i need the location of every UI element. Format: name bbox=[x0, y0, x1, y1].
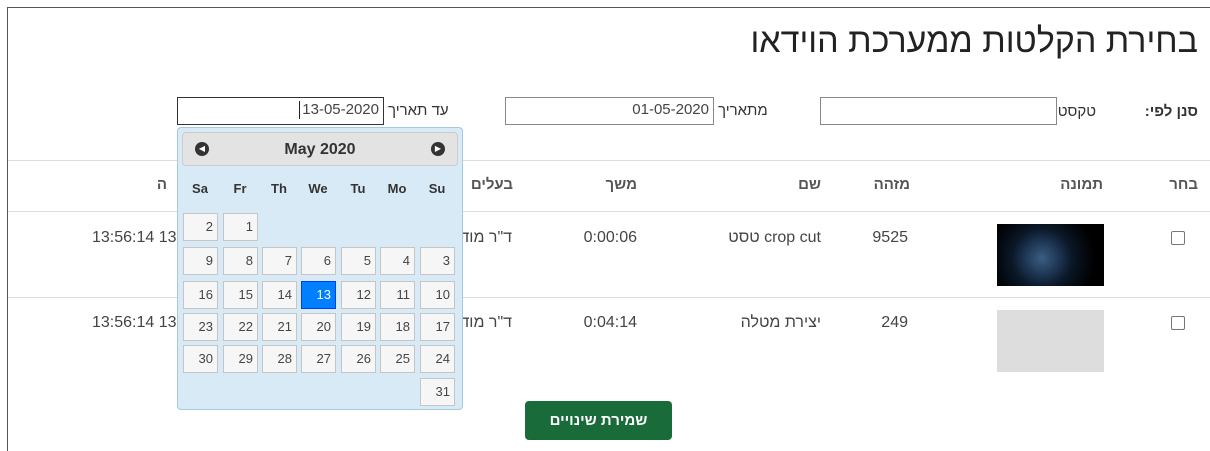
calendar-day[interactable]: 26 bbox=[341, 345, 376, 373]
filter-label: סנן לפי: bbox=[1144, 103, 1198, 120]
calendar-day[interactable]: 11 bbox=[380, 281, 415, 309]
recording-id: 249 bbox=[881, 314, 908, 331]
datepicker-month-title: May 2020 bbox=[284, 141, 356, 158]
calendar-day[interactable]: 24 bbox=[420, 345, 455, 373]
calendar-day[interactable]: 17 bbox=[420, 313, 455, 341]
recording-duration: 0:04:14 bbox=[583, 314, 637, 331]
row-select-checkbox[interactable] bbox=[1171, 316, 1185, 330]
calendar-day[interactable]: 12 bbox=[341, 281, 376, 309]
text-filter-label: טקסט bbox=[1057, 103, 1096, 120]
datepicker-header: ◀ May 2020 ▶ bbox=[182, 132, 458, 166]
calendar-day[interactable]: 4 bbox=[380, 247, 415, 275]
page-title: בחירת הקלטות ממערכת הוידאו bbox=[750, 22, 1198, 60]
calendar-day[interactable]: 7 bbox=[262, 247, 297, 275]
calendar-day[interactable]: 8 bbox=[223, 247, 258, 275]
recording-owner: ד"ר מוד bbox=[460, 314, 512, 331]
recording-thumbnail bbox=[997, 310, 1104, 372]
recording-duration: 0:00:06 bbox=[583, 229, 637, 246]
recording-date: 13:56:14 13 bbox=[92, 314, 177, 331]
calendar-day[interactable]: 27 bbox=[301, 345, 336, 373]
calendar-day[interactable]: 30 bbox=[183, 345, 218, 373]
from-date-label: מתאריך bbox=[718, 102, 768, 119]
col-header-duration: משך bbox=[605, 176, 637, 193]
to-date-value: 13-05-2020 bbox=[302, 101, 379, 118]
recording-owner: ד"ר מוד bbox=[460, 229, 512, 246]
col-header-image: תמונה bbox=[1060, 176, 1103, 193]
to-date-label: עד תאריך bbox=[388, 102, 449, 119]
calendar-day[interactable]: 28 bbox=[262, 345, 297, 373]
to-date-input[interactable]: 13-05-2020 bbox=[177, 97, 384, 125]
day-of-week-label: We bbox=[308, 181, 328, 196]
next-month-icon[interactable]: ▶ bbox=[431, 142, 445, 156]
from-date-input[interactable]: 01-05-2020 bbox=[505, 97, 714, 125]
calendar-day[interactable]: 25 bbox=[380, 345, 415, 373]
calendar-day[interactable]: 1 bbox=[223, 213, 258, 241]
day-of-week-label: Fr bbox=[233, 181, 247, 196]
recording-name: crop cut טסט bbox=[728, 229, 821, 246]
calendar-day[interactable]: 19 bbox=[341, 313, 376, 341]
col-header-date: ה bbox=[156, 176, 167, 193]
calendar-day[interactable]: 15 bbox=[223, 281, 258, 309]
calendar-day[interactable]: 16 bbox=[183, 281, 218, 309]
calendar-day-selected[interactable]: 13 bbox=[301, 281, 336, 309]
calendar-day[interactable]: 5 bbox=[341, 247, 376, 275]
calendar-day[interactable]: 2 bbox=[183, 213, 218, 241]
recording-date: 13:56:14 13 bbox=[92, 229, 177, 246]
calendar-day[interactable]: 23 bbox=[183, 313, 218, 341]
recording-thumbnail bbox=[997, 224, 1104, 286]
calendar-day[interactable]: 18 bbox=[380, 313, 415, 341]
day-of-week-label: Su bbox=[428, 181, 446, 196]
datepicker-popup: ◀ May 2020 ▶ Sa Fr Th We Tu Mo Su 2 1 9 8 7 6 5 4 3 16 15… bbox=[177, 127, 463, 410]
col-header-owner: בעלים bbox=[470, 176, 513, 193]
calendar-day[interactable]: 6 bbox=[301, 247, 336, 275]
calendar-day[interactable]: 29 bbox=[223, 345, 258, 373]
day-of-week-label: Sa bbox=[192, 181, 208, 196]
text-caret bbox=[299, 101, 301, 120]
calendar-day[interactable]: 20 bbox=[301, 313, 336, 341]
col-header-select: בחר bbox=[1169, 176, 1198, 193]
col-header-id: מזהה bbox=[873, 176, 910, 193]
calendar-day[interactable]: 9 bbox=[183, 247, 218, 275]
calendar-day[interactable]: 21 bbox=[262, 313, 297, 341]
calendar-day[interactable]: 31 bbox=[420, 378, 455, 406]
row-select-checkbox[interactable] bbox=[1171, 231, 1185, 245]
calendar-day[interactable]: 22 bbox=[223, 313, 258, 341]
day-of-week-label: Tu bbox=[350, 181, 366, 196]
col-header-name: שם bbox=[798, 176, 821, 193]
calendar-day[interactable]: 10 bbox=[420, 281, 455, 309]
calendar-day[interactable]: 3 bbox=[420, 247, 455, 275]
recording-name: יצירת מטלה bbox=[740, 314, 821, 331]
calendar-day[interactable]: 14 bbox=[262, 281, 297, 309]
day-of-week-label: Mo bbox=[387, 181, 407, 196]
text-filter-input[interactable] bbox=[820, 97, 1057, 125]
recording-id: 9525 bbox=[872, 229, 908, 246]
day-of-week-label: Th bbox=[271, 181, 287, 196]
save-changes-button[interactable]: שמירת שינויים bbox=[525, 401, 672, 440]
